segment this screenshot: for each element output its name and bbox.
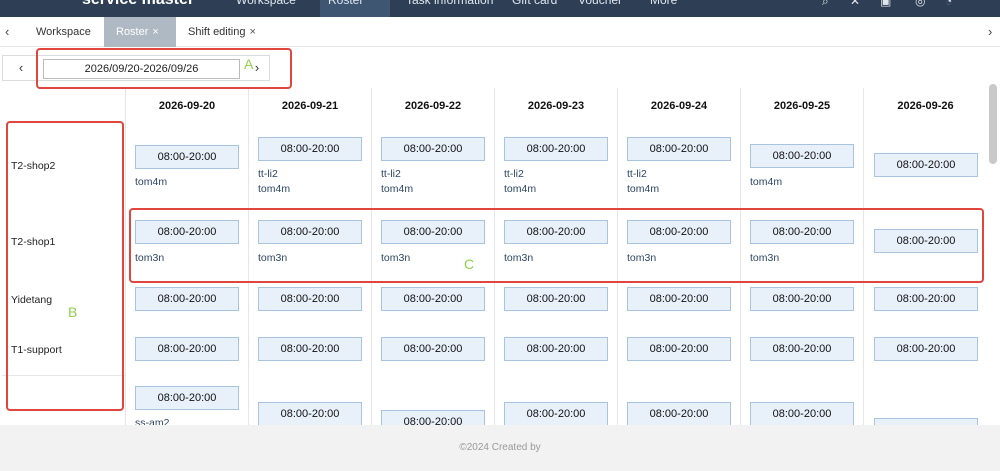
employee-name: tt-li2 bbox=[381, 168, 401, 180]
shift-chip[interactable]: 08:00-20:00 bbox=[750, 402, 854, 425]
employee-name: tom4m bbox=[135, 176, 168, 188]
shift-chip[interactable]: 08:00-20:00 bbox=[504, 337, 608, 361]
fullscreen-icon[interactable]: ✕ bbox=[850, 0, 860, 8]
shift-chip[interactable]: 08:00-20:00 bbox=[750, 337, 854, 361]
avatar[interactable]: ▣ bbox=[880, 0, 891, 8]
shift-chip[interactable]: 08:00-20:00 bbox=[258, 137, 362, 161]
shift-chip[interactable]: 08:00-20:00 bbox=[504, 287, 608, 311]
close-icon[interactable]: × bbox=[249, 26, 255, 38]
employee-name: tt-li2 bbox=[504, 168, 524, 180]
tabs-bar: ‹ Workspace Roster × Shift editing × › bbox=[0, 17, 1000, 47]
date-header: 2026-09-25 bbox=[773, 100, 831, 112]
shift-chip[interactable]: 08:00-20:00 bbox=[504, 402, 608, 425]
annotation-label-b: B bbox=[68, 304, 78, 320]
date-header: 2026-09-26 bbox=[897, 100, 954, 112]
annotation-box-c bbox=[129, 208, 984, 283]
shift-chip[interactable]: 08:00-20:00 bbox=[874, 337, 978, 361]
date-header: 2026-09-22 bbox=[404, 100, 462, 112]
annotation-label-a: A bbox=[244, 56, 254, 72]
employee-name: ss-am2 bbox=[135, 417, 170, 425]
employee-name: tom4m bbox=[750, 176, 783, 188]
shift-chip[interactable]: 08:00-20:00 bbox=[381, 137, 485, 161]
shift-chip[interactable]: 08:00-20:00 bbox=[874, 287, 978, 311]
topnav-workspace[interactable]: Workspace bbox=[236, 0, 296, 17]
tabs-scroll-right-icon[interactable]: › bbox=[988, 17, 992, 47]
vertical-scrollbar[interactable] bbox=[989, 84, 997, 164]
shift-chip[interactable]: 08:00-20:00 bbox=[381, 337, 485, 361]
shift-chip[interactable]: 08:00-20:00 bbox=[627, 402, 731, 425]
shift-chip[interactable]: 08:00-20:00 bbox=[627, 337, 731, 361]
topnav-more[interactable]: More bbox=[650, 0, 677, 17]
annotation-box-b bbox=[6, 121, 124, 411]
search-icon[interactable]: ⌕ bbox=[822, 0, 829, 9]
shift-chip[interactable]: 08:00-20:00 bbox=[135, 337, 239, 361]
shift-chip[interactable]: 08:00-20:00 bbox=[874, 418, 978, 425]
annotation-box-a bbox=[36, 48, 292, 89]
tab-label: Shift editing bbox=[188, 26, 246, 38]
employee-name: tom4m bbox=[258, 183, 291, 195]
notification-icon[interactable]: ◔ bbox=[945, 0, 952, 8]
shift-chip[interactable]: 08:00-20:00 bbox=[258, 402, 362, 425]
shift-chip[interactable]: 08:00-20:00 bbox=[381, 410, 485, 425]
settings-icon[interactable]: ◎ bbox=[915, 0, 925, 8]
top-nav-bar: service master Workspace Roster Task inf… bbox=[0, 0, 1000, 17]
tab-workspace[interactable]: Workspace bbox=[24, 17, 103, 47]
employee-name: tom4m bbox=[381, 183, 414, 195]
close-icon[interactable]: × bbox=[152, 26, 158, 38]
date-header: 2026-09-21 bbox=[281, 100, 339, 112]
topnav-voucher[interactable]: Voucher bbox=[578, 0, 622, 17]
shift-chip[interactable]: 08:00-20:00 bbox=[504, 137, 608, 161]
topnav-gift-card[interactable]: Gift card bbox=[512, 0, 557, 17]
employee-name: tt-li2 bbox=[258, 168, 278, 180]
shift-chip[interactable]: 08:00-20:00 bbox=[135, 287, 239, 311]
shift-chip[interactable]: 08:00-20:00 bbox=[750, 144, 854, 168]
shift-chip[interactable]: 08:00-20:00 bbox=[258, 287, 362, 311]
date-header: 2026-09-23 bbox=[527, 100, 585, 112]
annotation-label-c: C bbox=[464, 256, 475, 272]
date-header: 2026-09-24 bbox=[650, 100, 708, 112]
employee-name: tom4m bbox=[504, 183, 537, 195]
shift-chip[interactable]: 08:00-20:00 bbox=[627, 137, 731, 161]
shift-chip[interactable]: 08:00-20:00 bbox=[627, 287, 731, 311]
shift-chip[interactable]: 08:00-20:00 bbox=[258, 337, 362, 361]
tabs-scroll-left-icon[interactable]: ‹ bbox=[5, 17, 9, 47]
shift-chip[interactable]: 08:00-20:00 bbox=[135, 145, 239, 169]
prev-week-button[interactable]: ‹ bbox=[3, 56, 39, 80]
brand-logo-text: service master bbox=[82, 0, 194, 9]
topnav-roster[interactable]: Roster bbox=[320, 0, 390, 17]
employee-name: tom4m bbox=[627, 183, 660, 195]
shift-chip[interactable]: 08:00-20:00 bbox=[750, 287, 854, 311]
employee-name: tt-li2 bbox=[627, 168, 647, 180]
shift-chip[interactable]: 08:00-20:00 bbox=[874, 153, 978, 177]
date-header: 2026-09-20 bbox=[158, 100, 216, 112]
tab-roster[interactable]: Roster × bbox=[104, 17, 176, 47]
shift-chip[interactable]: 08:00-20:00 bbox=[381, 287, 485, 311]
tab-label: Workspace bbox=[36, 26, 91, 38]
topnav-task-information[interactable]: Task information bbox=[406, 0, 493, 17]
tab-label: Roster bbox=[116, 26, 149, 38]
shift-chip[interactable]: 08:00-20:00 bbox=[135, 386, 239, 410]
tab-shift-editing[interactable]: Shift editing × bbox=[176, 17, 268, 47]
footer: ©2024 Created by bbox=[0, 425, 1000, 471]
